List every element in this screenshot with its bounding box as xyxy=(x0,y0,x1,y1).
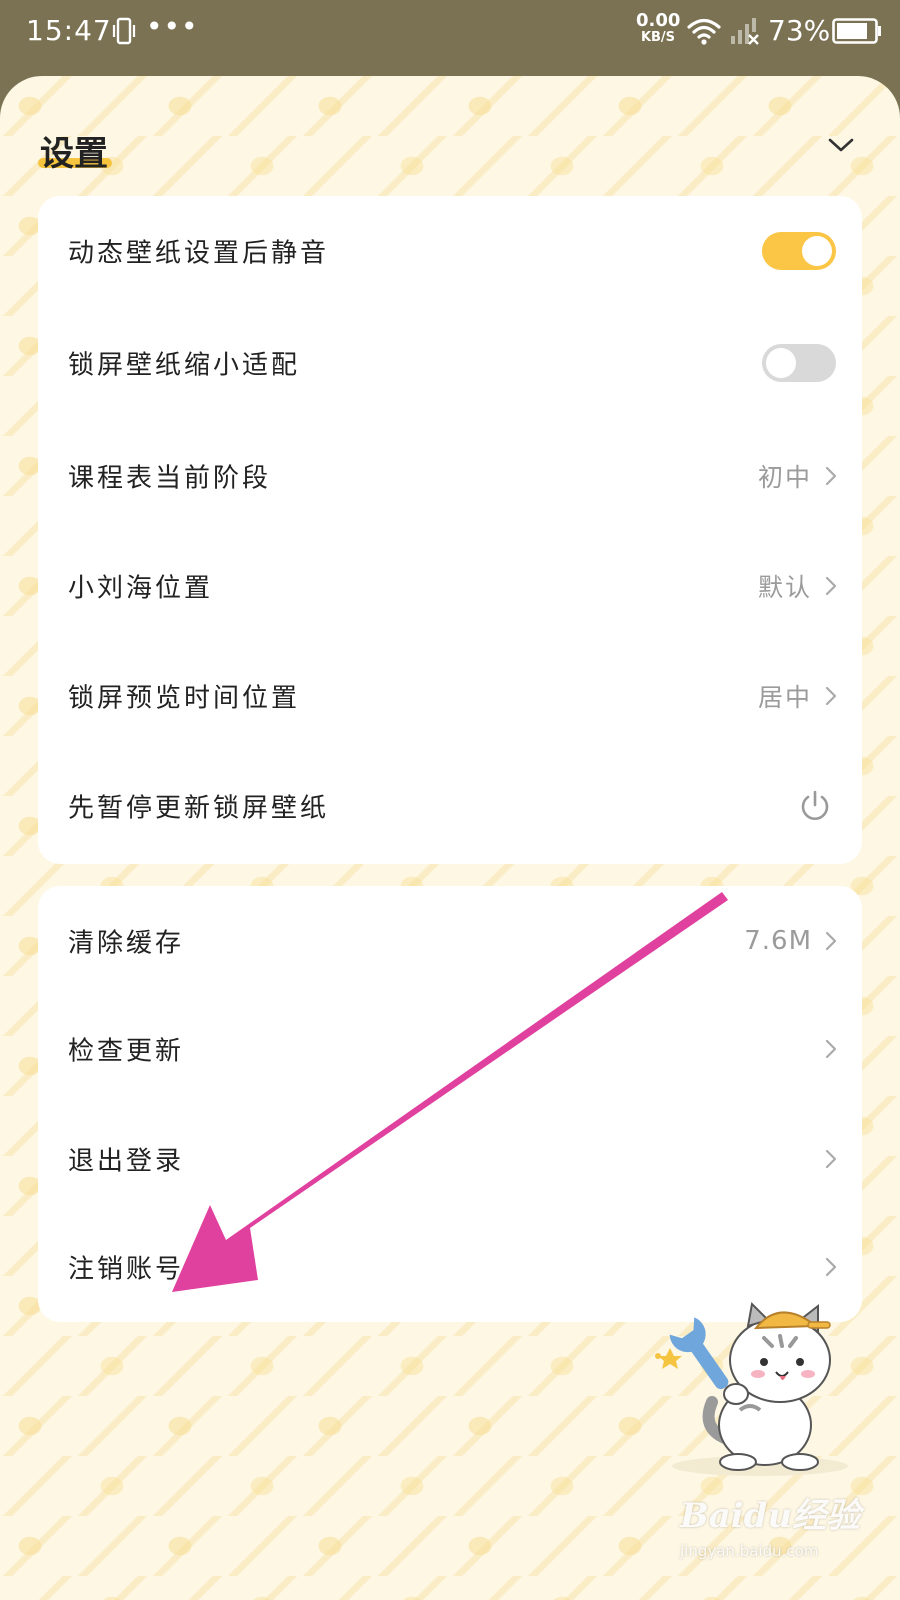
chevron-right-icon xyxy=(825,1149,837,1169)
setting-label: 清除缓存 xyxy=(68,928,185,959)
setting-row-pause-lockscreen-update[interactable]: 先暂停更新锁屏壁纸 xyxy=(38,751,862,861)
battery-icon xyxy=(832,18,881,44)
cache-size-value: 7.6M xyxy=(744,926,812,956)
signal-icon xyxy=(731,18,759,45)
lockscreen-fit-toggle[interactable] xyxy=(762,344,836,382)
power-icon[interactable] xyxy=(798,789,832,823)
network-speed-value: 0.00 xyxy=(636,10,681,31)
network-speed-unit: KB/S xyxy=(640,30,676,45)
watermark-url: jingyan.baidu.com xyxy=(680,1542,819,1560)
setting-label: 小刘海位置 xyxy=(68,573,214,604)
setting-row-live-wallpaper-mute[interactable]: 动态壁纸设置后静音 xyxy=(38,196,862,306)
setting-label: 课程表当前阶段 xyxy=(68,463,272,494)
chevron-right-icon xyxy=(825,931,837,951)
setting-label: 锁屏壁纸缩小适配 xyxy=(68,350,301,381)
toggle-knob xyxy=(766,348,796,378)
chevron-right-icon xyxy=(825,466,837,486)
setting-value: 初中 xyxy=(757,463,812,492)
baidu-jingyan-watermark: Baidu经验 jingyan.baidu.com xyxy=(680,1480,870,1580)
watermark-logo: Baidu经验 xyxy=(680,1496,861,1536)
setting-label: 检查更新 xyxy=(68,1036,185,1067)
network-speed: 0.00 KB/S xyxy=(636,10,681,45)
cat-mascot-illustration xyxy=(655,1301,848,1476)
toggle-knob xyxy=(802,236,832,266)
chevron-right-icon xyxy=(825,686,837,706)
chevron-right-icon xyxy=(825,1039,837,1059)
more-notifications-icon: ••• xyxy=(146,10,199,43)
settings-card-general: 动态壁纸设置后静音 锁屏壁纸缩小适配 课程表当前阶段 初中 小刘海位置 默认 锁… xyxy=(38,196,862,864)
setting-label: 退出登录 xyxy=(68,1146,185,1177)
setting-row-lockscreen-fit[interactable]: 锁屏壁纸缩小适配 xyxy=(38,308,862,418)
setting-row-clear-cache[interactable]: 清除缓存 7.6M xyxy=(38,886,862,996)
setting-row-schedule-stage[interactable]: 课程表当前阶段 初中 xyxy=(38,421,862,531)
setting-row-check-update[interactable]: 检查更新 xyxy=(38,994,862,1104)
chevron-right-icon xyxy=(825,576,837,596)
status-time: 15:47 xyxy=(26,14,112,47)
status-bar: 15:47 ••• 0.00 KB/S 73% xyxy=(0,0,900,66)
setting-row-preview-time-position[interactable]: 锁屏预览时间位置 居中 xyxy=(38,641,862,751)
setting-value: 居中 xyxy=(757,683,812,712)
setting-label: 注销账号 xyxy=(68,1254,185,1285)
setting-label: 先暂停更新锁屏壁纸 xyxy=(68,793,330,824)
settings-card-account: 清除缓存 7.6M 检查更新 退出登录 注销账号 xyxy=(38,886,862,1322)
battery-percent: 73% xyxy=(768,14,831,47)
setting-value: 默认 xyxy=(757,573,812,602)
setting-label: 锁屏预览时间位置 xyxy=(68,683,301,714)
vibrate-icon xyxy=(112,17,136,45)
setting-label: 动态壁纸设置后静音 xyxy=(68,238,330,269)
setting-row-logout[interactable]: 退出登录 xyxy=(38,1104,862,1214)
wifi-icon xyxy=(687,18,721,45)
page-title: 设置 xyxy=(40,134,108,174)
chevron-right-icon xyxy=(825,1257,837,1277)
setting-row-notch-position[interactable]: 小刘海位置 默认 xyxy=(38,531,862,641)
live-wallpaper-mute-toggle[interactable] xyxy=(762,232,836,270)
chevron-down-icon[interactable] xyxy=(826,134,856,156)
